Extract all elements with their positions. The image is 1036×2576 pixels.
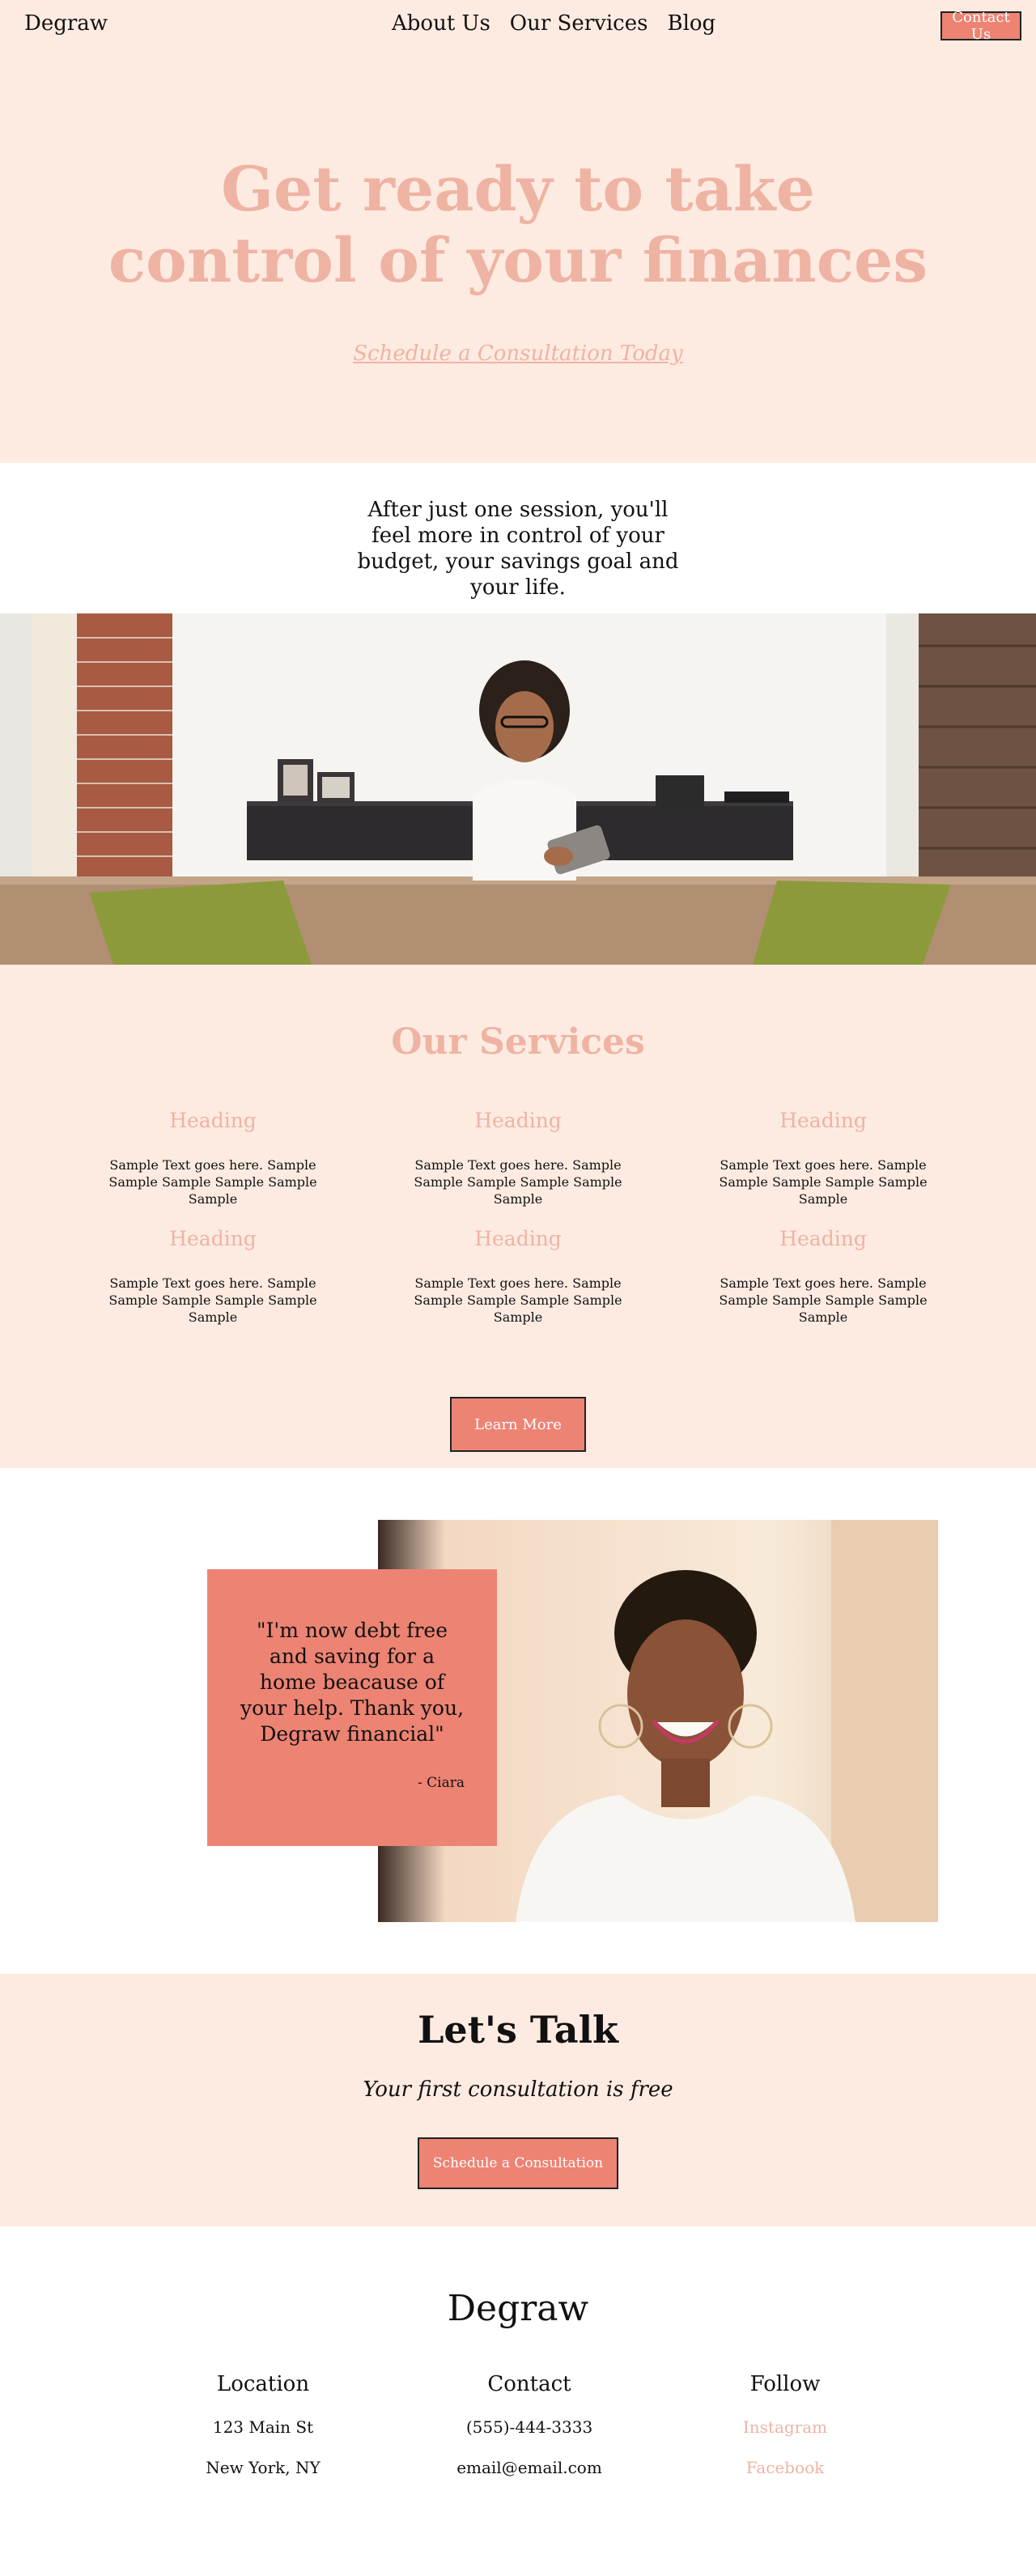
service-card-1: Heading Sample Text goes here. Sample Sa… [91,1109,334,1207]
service-text: Sample Text goes here. Sample Sample Sam… [108,1157,317,1207]
services-title: Our Services [391,1021,645,1063]
service-card-4: Heading Sample Text goes here. Sample Sa… [91,1227,334,1326]
service-card-2: Heading Sample Text goes here. Sample Sa… [397,1109,639,1207]
footer-location: Location 123 Main St New York, NY [166,2372,360,2477]
service-text: Sample Text goes here. Sample Sample Sam… [719,1157,928,1207]
intro-text: After just one session, you'll feel more… [357,498,679,600]
footer-brand: Degraw [447,2288,589,2329]
instagram-link[interactable]: Instagram [688,2417,882,2437]
service-heading: Heading [474,1227,562,1250]
service-text: Sample Text goes here. Sample Sample Sam… [719,1275,928,1325]
hero-title-line-2: control of your finances [108,224,928,296]
testimonial-author: - Ciara [418,1775,465,1791]
footer-contact-heading: Contact [487,2372,571,2396]
testimonial-quote: "I'm now debt free and saving for a home… [240,1619,465,1746]
services-section: Our Services Heading Sample Text goes he… [0,965,1036,1468]
contact-us-button[interactable]: Contact Us [940,9,1021,43]
testimonial-card: "I'm now debt free and saving for a home… [207,1569,497,1846]
footer-location-heading: Location [216,2372,310,2396]
site-footer: Degraw Location 123 Main St New York, NY… [0,2226,1036,2576]
office-photo [0,613,1036,965]
nav-links: About Us Our Services Blog [392,11,715,36]
testimonial-section: "I'm now debt free and saving for a home… [0,1468,1036,1974]
service-text: Sample Text goes here. Sample Sample Sam… [414,1157,622,1207]
lets-talk-subtitle: Your first consultation is free [363,2077,673,2102]
service-card-5: Heading Sample Text goes here. Sample Sa… [397,1227,639,1326]
brand-logo[interactable]: Degraw [24,11,108,36]
office-photo-illustration [0,613,1036,965]
schedule-consultation-button[interactable]: Schedule a Consultation [418,2137,618,2189]
nav-link-about-us[interactable]: About Us [392,11,490,36]
service-card-3: Heading Sample Text goes here. Sample Sa… [702,1109,945,1207]
service-heading: Heading [779,1109,867,1132]
service-text: Sample Text goes here. Sample Sample Sam… [108,1275,317,1325]
footer-address-line-2: New York, NY [206,2458,321,2477]
service-heading: Heading [474,1109,562,1132]
lets-talk-title: Let's Talk [418,2008,618,2052]
service-text: Sample Text goes here. Sample Sample Sam… [414,1275,622,1325]
nav-link-our-services[interactable]: Our Services [510,11,648,36]
footer-follow: Follow Instagram Facebook [688,2372,882,2477]
footer-phone: (555)-444-3333 [465,2417,593,2437]
hero-title-line-1: Get ready to take [221,153,815,225]
facebook-link[interactable]: Facebook [688,2458,882,2477]
footer-follow-heading: Follow [749,2372,821,2396]
schedule-consultation-link[interactable]: Schedule a Consultation Today [0,342,1036,366]
service-heading: Heading [779,1227,867,1250]
footer-address-line-1: 123 Main St [212,2417,314,2437]
hero-title: Get ready to take control of your financ… [0,154,1036,296]
lets-talk-section: Let's Talk Your first consultation is fr… [0,1974,1036,2226]
nav-link-blog[interactable]: Blog [667,11,715,36]
service-heading: Heading [169,1227,257,1250]
top-nav: Degraw About Us Our Services Blog Contac… [0,0,1036,49]
footer-contact: Contact (555)-444-3333 email@email.com [432,2372,626,2477]
service-heading: Heading [169,1109,257,1132]
intro-section: After just one session, you'll feel more… [0,463,1036,613]
learn-more-button[interactable]: Learn More [450,1397,586,1452]
footer-email[interactable]: email@email.com [432,2458,626,2477]
service-card-6: Heading Sample Text goes here. Sample Sa… [702,1227,945,1326]
hero-section: Get ready to take control of your financ… [0,0,1036,463]
